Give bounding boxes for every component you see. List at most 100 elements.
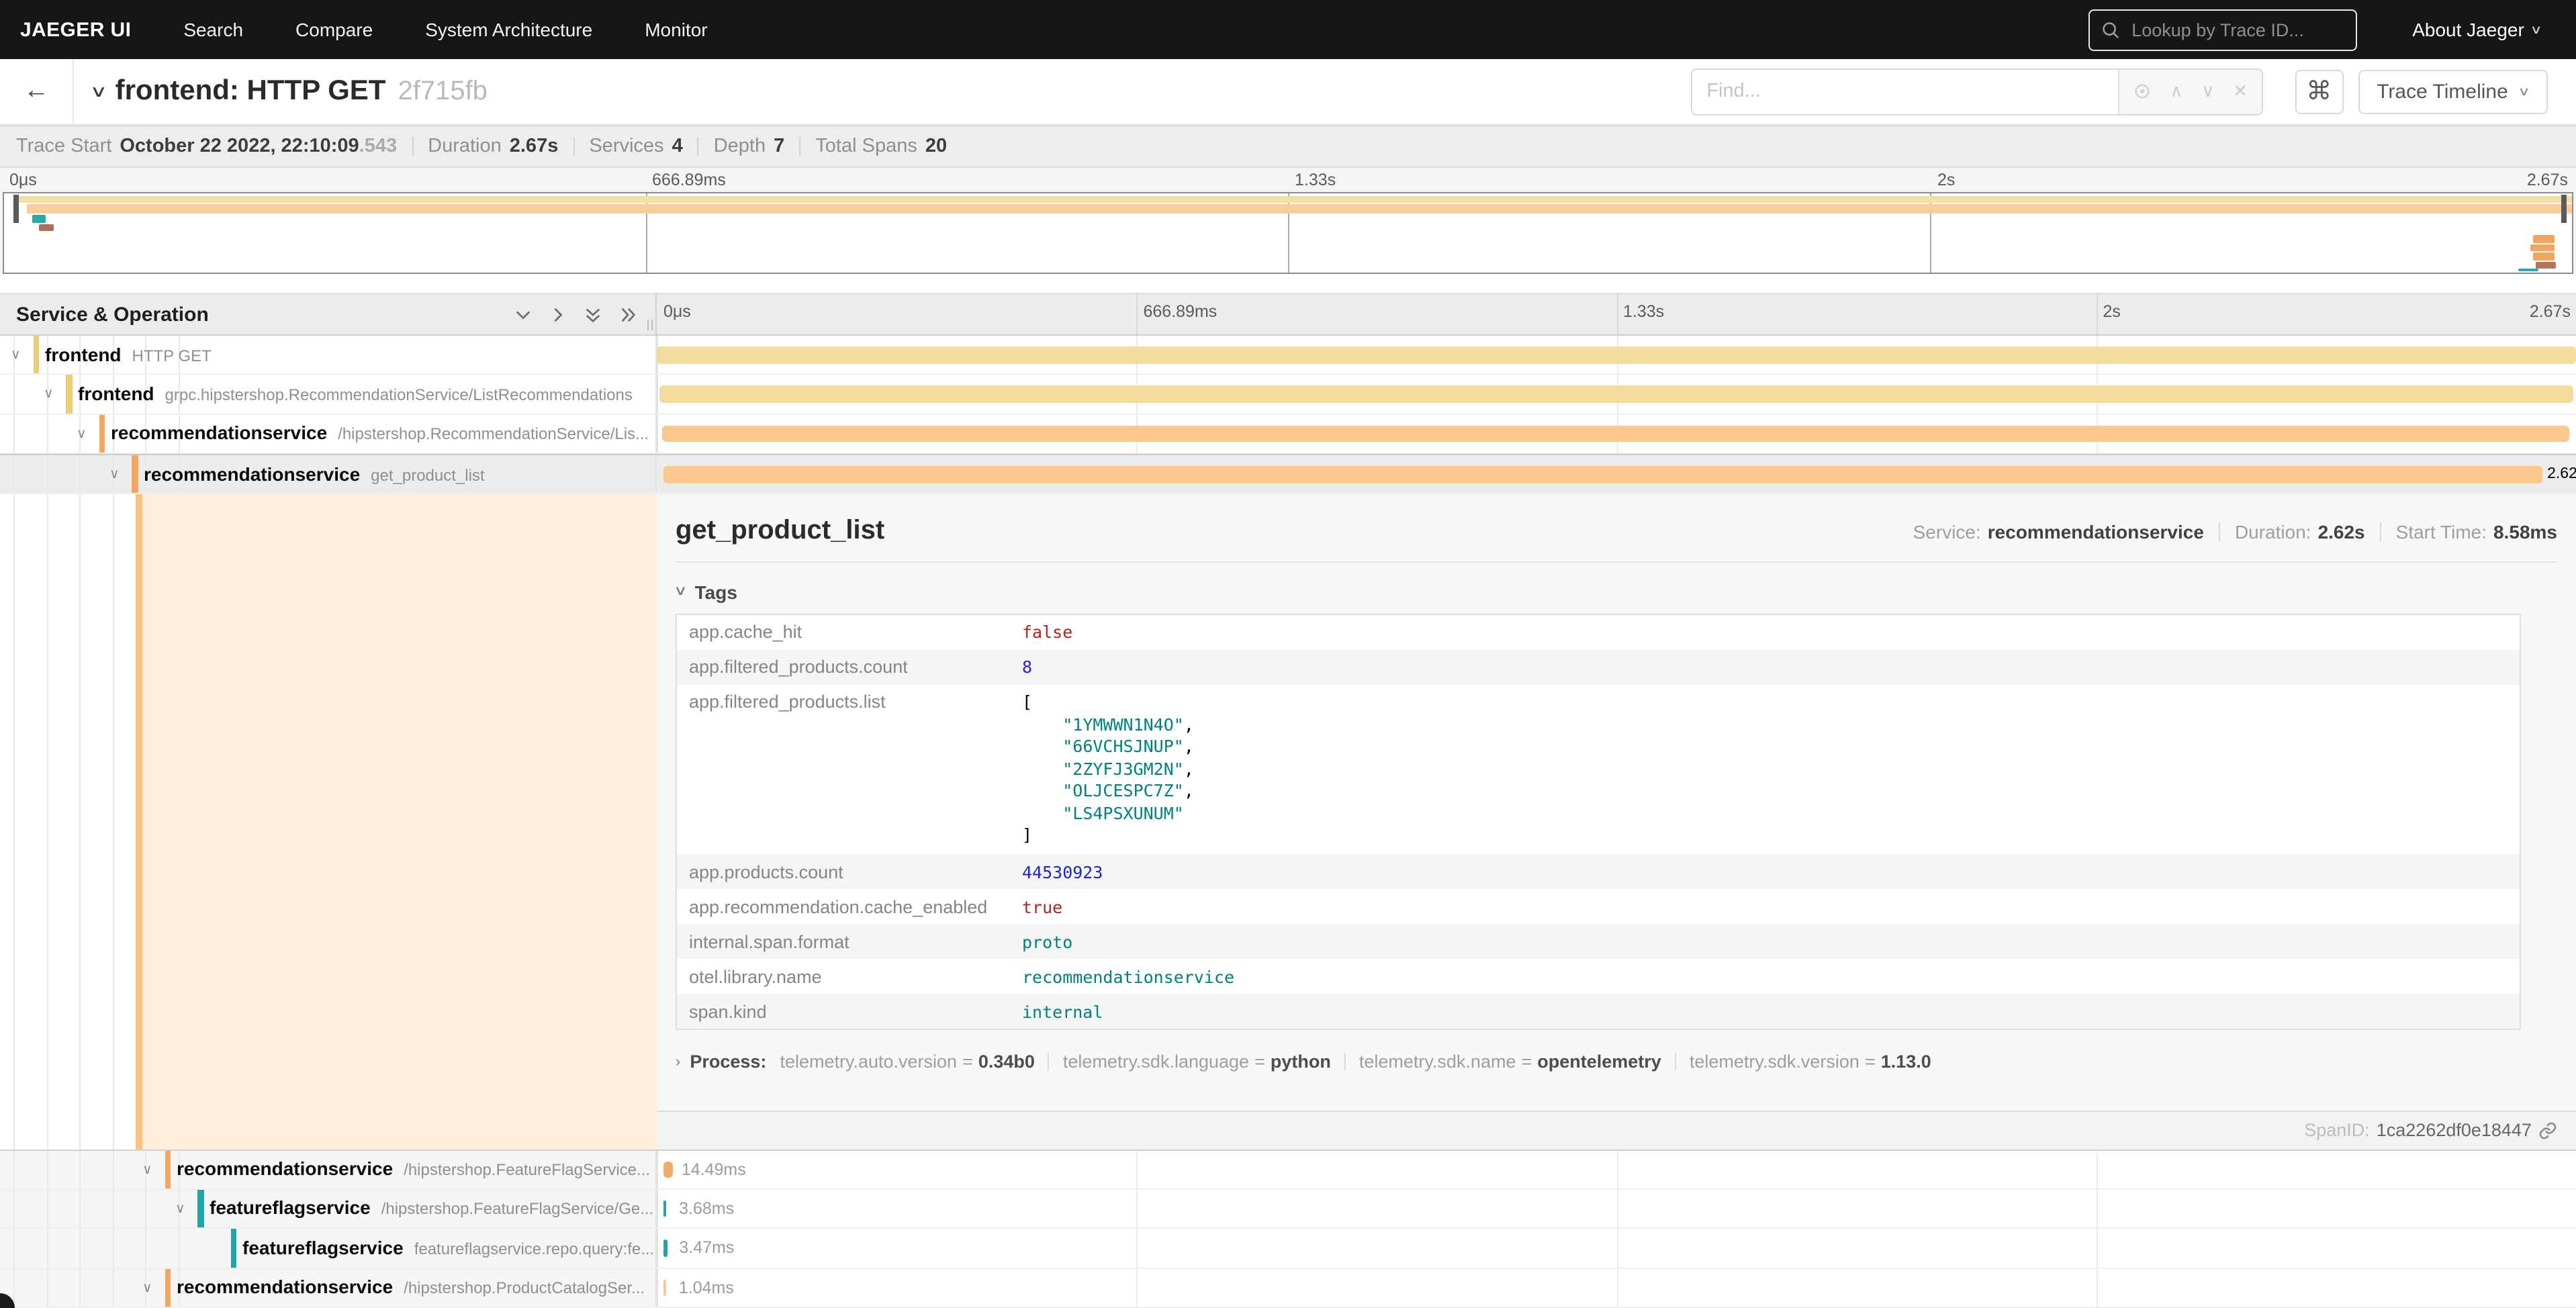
span-detail-accent-bar[interactable] bbox=[136, 494, 142, 1149]
tag-value[interactable]: internal bbox=[1010, 994, 2520, 1029]
find-next-icon[interactable]: ∨ bbox=[2201, 81, 2214, 102]
service-operation-header: Service & Operation bbox=[0, 294, 657, 334]
span-name-column[interactable]: ∨frontendgrpc.hipstershop.Recommendation… bbox=[0, 375, 657, 414]
nav-item-system-architecture[interactable]: System Architecture bbox=[425, 19, 592, 40]
find-clear-icon[interactable]: ✕ bbox=[2233, 81, 2248, 102]
span-detail-meta: Service:recommendationserviceDuration:2.… bbox=[1913, 520, 2557, 542]
span-name-column[interactable]: ∨featureflagservice/hipstershop.FeatureF… bbox=[0, 1190, 657, 1228]
span-name-column[interactable]: ∨recommendationservice/hipstershop.Featu… bbox=[0, 1150, 657, 1188]
keyboard-shortcuts-button[interactable]: ⌘ bbox=[2295, 69, 2343, 113]
span-row[interactable]: ∨featureflagservice/hipstershop.FeatureF… bbox=[0, 1190, 2576, 1229]
process-equals: = bbox=[1254, 1052, 1265, 1072]
link-icon[interactable] bbox=[2538, 1121, 2557, 1139]
span-duration-bar[interactable] bbox=[659, 386, 2573, 403]
span-timeline-cell[interactable]: 1.04ms bbox=[657, 1268, 2576, 1307]
summary-label: Duration bbox=[428, 136, 502, 157]
tags-section-header[interactable]: ∨Tags bbox=[676, 581, 2557, 602]
expand-all-icon[interactable] bbox=[619, 306, 637, 323]
span-duration-bar[interactable] bbox=[663, 466, 2542, 483]
nav-item-compare[interactable]: Compare bbox=[295, 19, 373, 40]
collapse-one-icon[interactable] bbox=[514, 306, 532, 323]
span-timeline-cell[interactable] bbox=[657, 375, 2576, 414]
process-key: telemetry.sdk.version bbox=[1690, 1052, 1859, 1072]
find-tools: ∧ ∨ ✕ bbox=[2117, 69, 2261, 113]
timeline-ruler: 0μs666.89ms1.33s2s2.67s bbox=[657, 294, 2576, 334]
span-row[interactable]: ∨recommendationservice/hipstershop.Featu… bbox=[0, 1150, 2576, 1190]
span-row[interactable]: ∨recommendationserviceget_product_list 2.… bbox=[0, 454, 2576, 494]
tag-value[interactable]: [ "1YMWWN1N4O", "66VCHSJNUP", "2ZYFJ3GM2… bbox=[1010, 684, 2520, 854]
tag-row: app.filtered_products.count8 bbox=[676, 649, 2520, 684]
span-name-column[interactable]: ∨recommendationserviceget_product_list bbox=[0, 455, 657, 492]
process-value: python bbox=[1271, 1052, 1331, 1072]
span-duration-bar[interactable] bbox=[663, 1279, 666, 1296]
about-jaeger-menu[interactable]: About Jaeger ∨ bbox=[2412, 19, 2541, 40]
span-duration-bar[interactable] bbox=[663, 1161, 674, 1178]
chevron-down-icon[interactable]: ∨ bbox=[142, 1162, 152, 1177]
find-prev-icon[interactable]: ∧ bbox=[2170, 81, 2182, 102]
collapse-all-icon[interactable] bbox=[584, 306, 602, 323]
locate-icon[interactable] bbox=[2132, 82, 2151, 101]
tag-value-list: [ "1YMWWN1N4O", "66VCHSJNUP", "2ZYFJ3GM2… bbox=[1022, 692, 2508, 847]
span-row[interactable]: ∨recommendationservice/hipstershop.Produ… bbox=[0, 1268, 2576, 1308]
span-duration-bar[interactable] bbox=[663, 1240, 667, 1257]
indent-guide bbox=[112, 1150, 113, 1188]
collapse-trace-icon[interactable]: ∨ bbox=[90, 82, 107, 101]
meta-label: Service: bbox=[1913, 520, 1981, 542]
indent-guide bbox=[112, 494, 113, 1149]
tag-value[interactable]: recommendationservice bbox=[1010, 959, 2520, 994]
indent-guide bbox=[13, 1190, 15, 1228]
indent-guide bbox=[13, 375, 15, 414]
span-row[interactable]: ∨recommendationservice/hipstershop.Recom… bbox=[0, 415, 2576, 455]
span-bar-duration-label: 2.62s bbox=[2547, 466, 2576, 482]
nav-item-search[interactable]: Search bbox=[183, 19, 243, 40]
app-brand[interactable]: JAEGER UI bbox=[20, 18, 131, 41]
span-timeline-cell[interactable]: 3.68ms bbox=[657, 1190, 2576, 1228]
chevron-down-icon[interactable]: ∨ bbox=[175, 1202, 185, 1217]
nav-item-monitor[interactable]: Monitor bbox=[645, 19, 707, 40]
span-name-column[interactable]: ∨ frontendHTTP GET bbox=[0, 336, 657, 374]
indent-guide bbox=[145, 1190, 146, 1228]
span-name-column[interactable]: ∨recommendationservice/hipstershop.Produ… bbox=[0, 1268, 657, 1307]
span-timeline-cell[interactable] bbox=[657, 415, 2576, 453]
span-row[interactable]: ∨frontendgrpc.hipstershop.Recommendation… bbox=[0, 375, 2576, 415]
minimap-canvas[interactable] bbox=[3, 192, 2573, 274]
trace-lookup[interactable] bbox=[2088, 9, 2357, 50]
trace-lookup-input[interactable] bbox=[2129, 18, 2336, 41]
span-duration-bar[interactable] bbox=[662, 426, 2570, 442]
span-timeline-cell[interactable]: 2.62s bbox=[657, 455, 2576, 492]
span-timeline-cell[interactable]: 3.47ms bbox=[657, 1229, 2576, 1268]
tag-value[interactable]: 44530923 bbox=[1010, 854, 2520, 889]
tag-value[interactable]: 8 bbox=[1010, 649, 2520, 684]
process-row[interactable]: ›Process:telemetry.auto.version=0.34b0te… bbox=[676, 1052, 2557, 1072]
find-input[interactable] bbox=[1692, 69, 2117, 113]
chevron-down-icon[interactable]: ∨ bbox=[11, 348, 21, 363]
span-timeline-cell[interactable]: 14.49ms bbox=[657, 1150, 2576, 1188]
view-selector-button[interactable]: Trace Timeline ∨ bbox=[2358, 69, 2548, 113]
indent-guide bbox=[145, 1229, 146, 1268]
tag-row: app.products.count44530923 bbox=[676, 854, 2520, 889]
indent-guide bbox=[46, 494, 48, 1149]
span-duration-bar[interactable] bbox=[663, 1201, 667, 1217]
span-row[interactable]: featureflagservicefeatureflagservice.rep… bbox=[0, 1229, 2576, 1269]
span-name-column[interactable]: featureflagservicefeatureflagservice.rep… bbox=[0, 1229, 657, 1268]
chevron-down-icon[interactable]: ∨ bbox=[109, 467, 120, 482]
service-color-strip bbox=[230, 1229, 236, 1268]
tag-value[interactable]: proto bbox=[1010, 924, 2520, 959]
chevron-down-icon[interactable]: ∨ bbox=[77, 427, 87, 442]
chevron-down-icon[interactable]: ∨ bbox=[142, 1280, 152, 1295]
back-button[interactable]: ← bbox=[0, 59, 74, 124]
tag-value[interactable]: true bbox=[1010, 889, 2520, 924]
viewport-left-handle[interactable] bbox=[14, 195, 19, 223]
viewport-right-handle[interactable] bbox=[2561, 195, 2567, 223]
span-duration-bar[interactable] bbox=[657, 346, 2576, 363]
span-service-name: frontendHTTP GET bbox=[45, 343, 212, 365]
span-timeline-cell[interactable] bbox=[657, 336, 2576, 374]
summary-separator bbox=[698, 137, 699, 156]
indent-guide bbox=[79, 455, 81, 492]
expand-one-icon[interactable] bbox=[549, 306, 567, 323]
column-resizer[interactable] bbox=[647, 320, 653, 330]
chevron-down-icon[interactable]: ∨ bbox=[44, 387, 54, 402]
span-row[interactable]: ∨ frontendHTTP GET bbox=[0, 336, 2576, 375]
span-name-column[interactable]: ∨recommendationservice/hipstershop.Recom… bbox=[0, 415, 657, 453]
tag-value[interactable]: false bbox=[1010, 614, 2520, 649]
